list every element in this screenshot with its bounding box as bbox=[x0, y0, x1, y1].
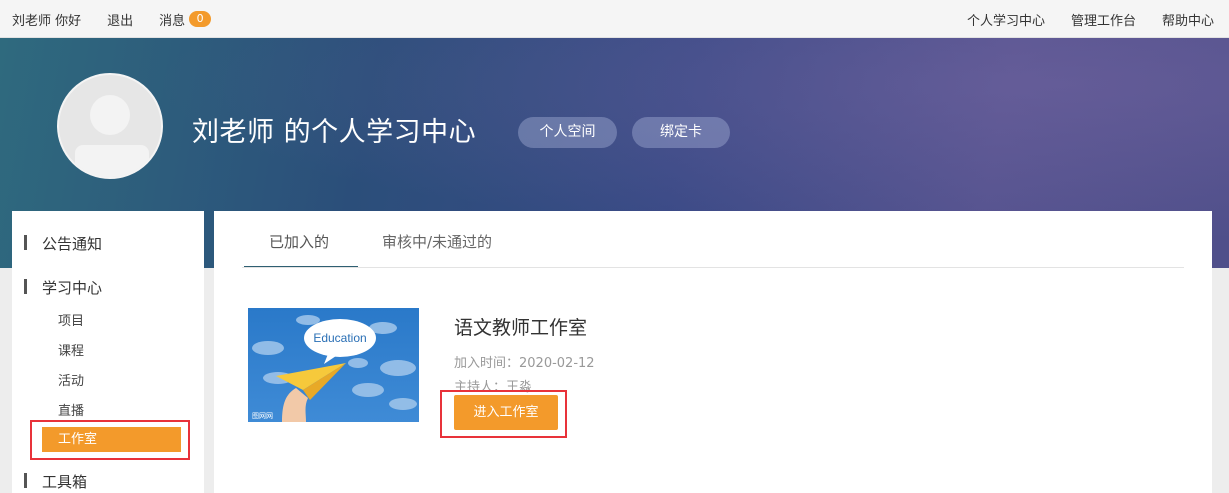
sidebar-item-courses[interactable]: 课程 bbox=[58, 340, 84, 359]
nav-learning-center[interactable]: 个人学习中心 bbox=[967, 10, 1045, 29]
sidebar-section-toolbox[interactable]: 工具箱 bbox=[23, 471, 87, 492]
user-greeting[interactable]: 刘老师 你好 bbox=[12, 10, 81, 29]
tab-bar: 已加入的 审核中/未通过的 bbox=[214, 211, 1212, 268]
main-panel: 已加入的 审核中/未通过的 Education 图网网 语文教师工作室 加入时间… bbox=[214, 211, 1212, 493]
nav-management-console[interactable]: 管理工作台 bbox=[1071, 10, 1136, 29]
sidebar-section-learning-center[interactable]: 学习中心 bbox=[23, 277, 102, 298]
svg-text:Education: Education bbox=[313, 331, 366, 345]
sidebar-item-activities[interactable]: 活动 bbox=[58, 370, 84, 389]
sidebar-section-announcements[interactable]: 公告通知 bbox=[23, 233, 102, 254]
avatar[interactable] bbox=[57, 73, 163, 179]
studio-name[interactable]: 语文教师工作室 bbox=[454, 313, 587, 340]
studio-join-time: 加入时间：2020-02-12 bbox=[454, 356, 595, 371]
messages-link[interactable]: 消息 0 bbox=[159, 10, 212, 29]
education-illustration: Education 图网网 bbox=[248, 308, 419, 422]
nav-help-center[interactable]: 帮助中心 bbox=[1162, 10, 1214, 29]
avatar-head-shape bbox=[90, 95, 130, 135]
enter-button-highlight-box bbox=[440, 390, 567, 438]
studio-thumbnail[interactable]: Education 图网网 bbox=[248, 308, 419, 422]
logout-link[interactable]: 退出 bbox=[107, 10, 133, 29]
avatar-body-shape bbox=[75, 145, 149, 177]
personal-space-button[interactable]: 个人空间 bbox=[518, 117, 617, 148]
top-bar: 刘老师 你好 退出 消息 0 个人学习中心 管理工作台 帮助中心 bbox=[0, 0, 1229, 38]
sidebar-item-projects[interactable]: 项目 bbox=[58, 310, 84, 329]
messages-count-badge: 0 bbox=[189, 11, 212, 27]
svg-text:图网网: 图网网 bbox=[252, 412, 273, 420]
page-title: 刘老师 的个人学习中心 bbox=[192, 117, 477, 148]
bind-card-button[interactable]: 绑定卡 bbox=[632, 117, 730, 148]
tab-joined[interactable]: 已加入的 bbox=[269, 231, 329, 252]
sidebar-item-live[interactable]: 直播 bbox=[58, 400, 84, 419]
tab-divider bbox=[242, 267, 1184, 268]
messages-label: 消息 bbox=[159, 13, 186, 29]
tab-pending-rejected[interactable]: 审核中/未通过的 bbox=[382, 231, 492, 252]
studio-highlight-box bbox=[30, 420, 190, 460]
